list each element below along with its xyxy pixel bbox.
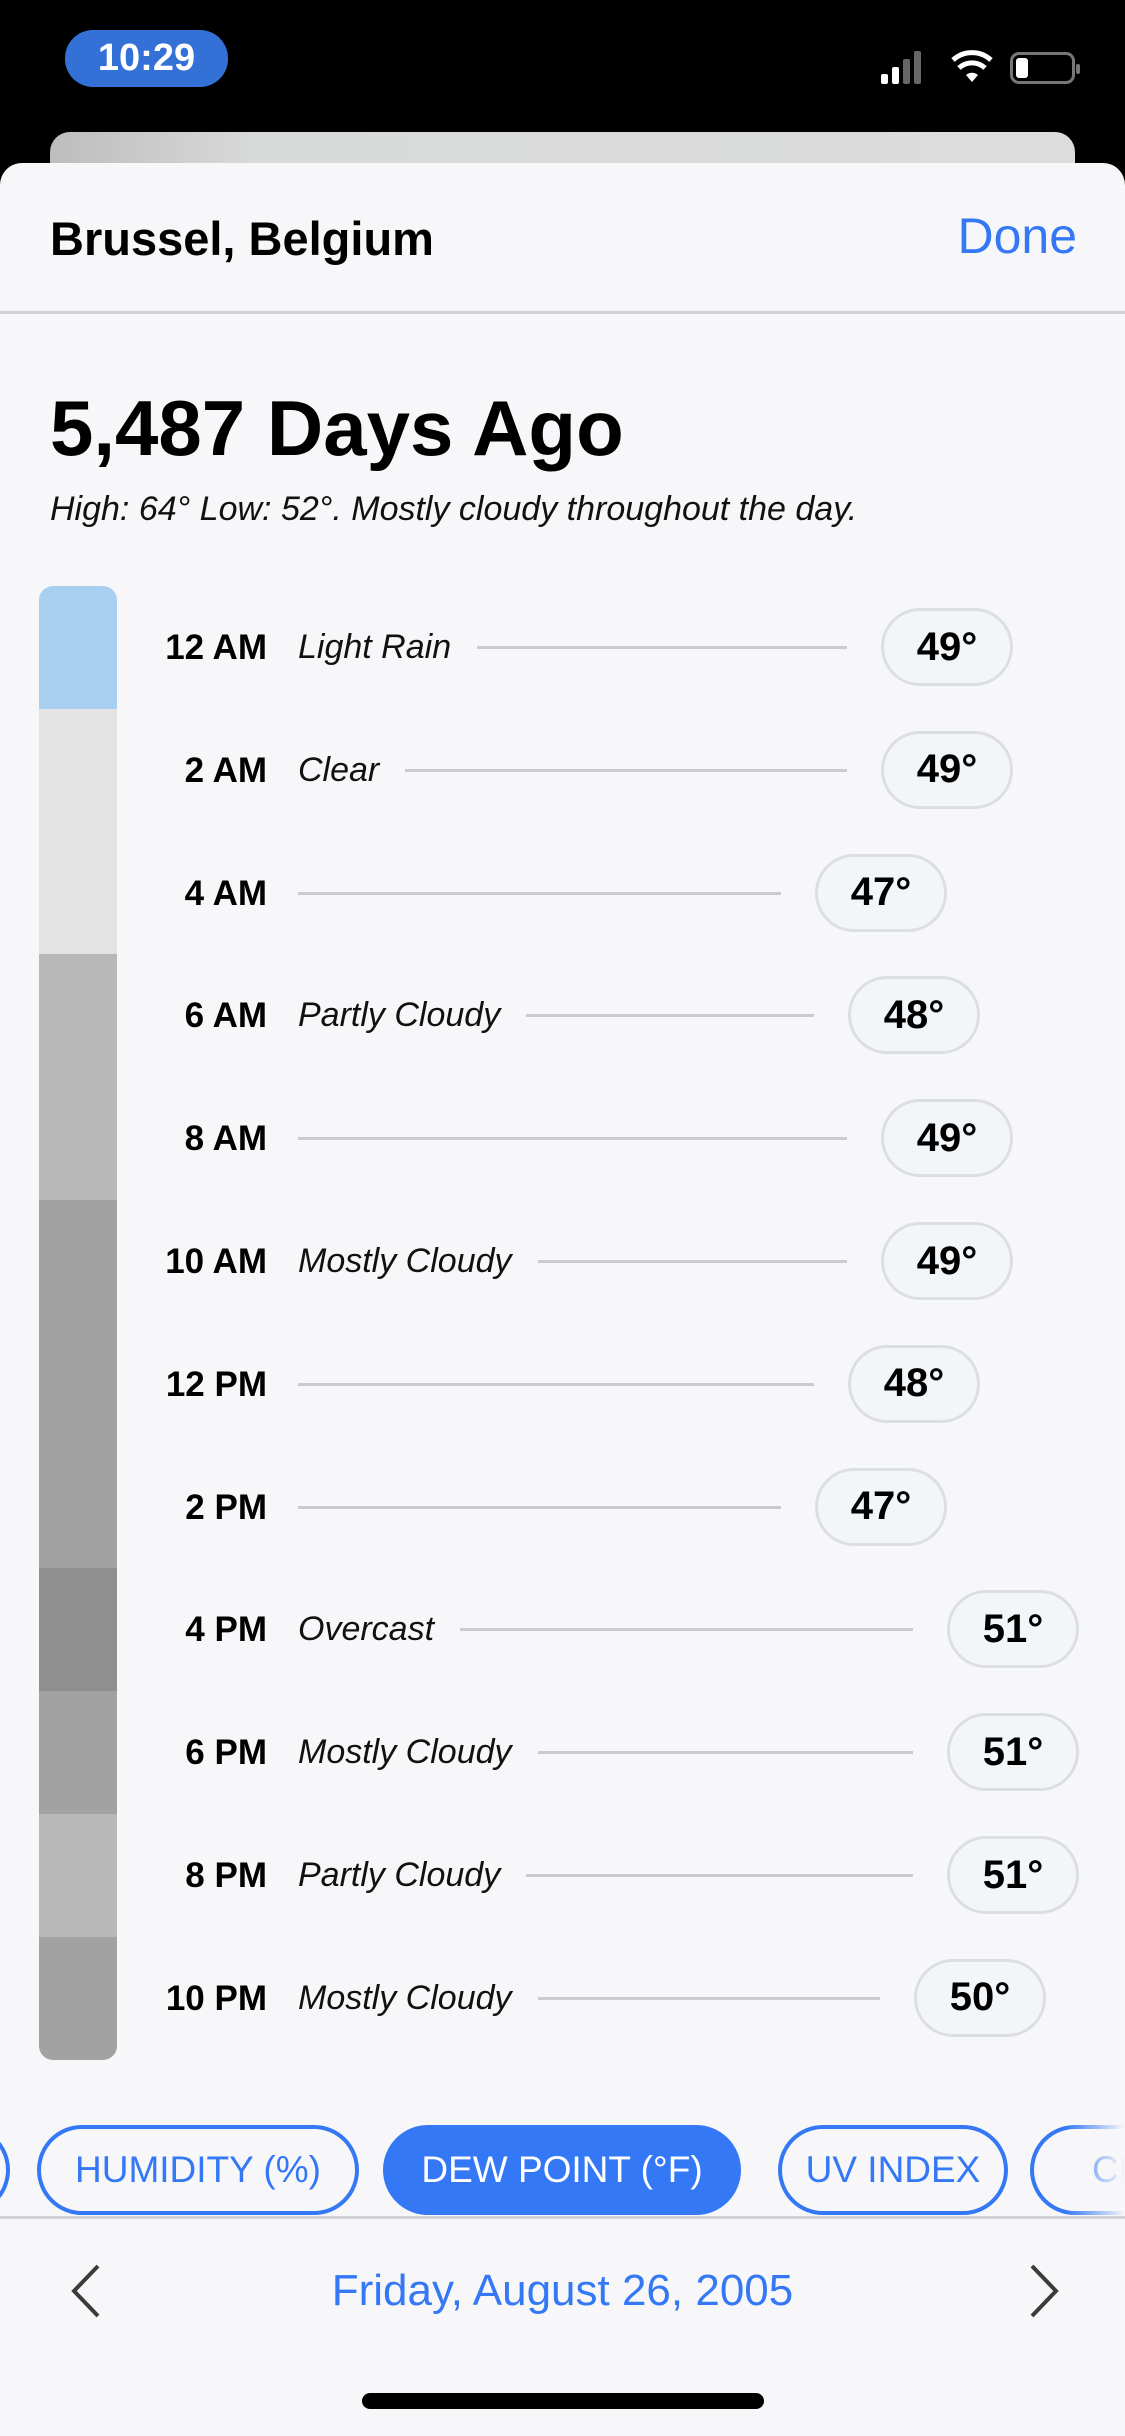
value-leader-line: [526, 1014, 814, 1018]
hour-row: 4 PM Overcast 51°: [0, 1568, 1125, 1691]
value-leader-line: [298, 1505, 781, 1509]
dew-point-value: 49°: [881, 730, 1013, 809]
value-leader-line: [477, 646, 847, 649]
dew-point-value: 49°: [881, 1222, 1013, 1300]
metric-tab[interactable]: [0, 2125, 10, 2215]
hour-label: 6 PM: [185, 1733, 267, 1773]
dew-point-value: 49°: [881, 1099, 1013, 1178]
condition-label: Light Rain: [298, 628, 452, 666]
condition-label: Mostly Cloudy: [298, 1978, 512, 2017]
condition-label: Mostly Cloudy: [298, 1733, 512, 1772]
value-leader-line: [526, 1874, 913, 1877]
days-ago-heading: 5,487 Days Ago: [50, 384, 624, 472]
metric-tab[interactable]: DEW POINT (°F): [383, 2125, 741, 2215]
condition-label: Clear: [298, 750, 380, 789]
condition-label: Partly Cloudy: [298, 1856, 501, 1894]
hour-label: 6 AM: [184, 996, 267, 1036]
day-summary: High: 64° Low: 52°. Mostly cloudy throug…: [50, 490, 858, 528]
dew-point-value: 51°: [947, 1713, 1079, 1792]
value-leader-line: [405, 768, 847, 772]
home-indicator: [362, 2393, 764, 2409]
battery-low-icon: [1010, 52, 1080, 84]
value-leader-line: [537, 1260, 847, 1263]
hour-row: 2 AM Clear 49°: [0, 709, 1125, 832]
hour-row: 10 AM Mostly Cloudy 49°: [0, 1200, 1125, 1323]
status-bar: 10:29: [0, 0, 1125, 130]
hour-label: 8 PM: [185, 1856, 267, 1895]
hour-row: 12 AM Light Rain 49°: [0, 586, 1125, 709]
cellular-signal-icon: [881, 50, 921, 84]
value-leader-line: [537, 1996, 880, 2000]
dew-point-value: 51°: [947, 1590, 1079, 1669]
condition-label: Partly Cloudy: [298, 996, 501, 1035]
current-date[interactable]: Friday, August 26, 2005: [0, 2241, 1125, 2341]
hour-label: 8 AM: [184, 1119, 267, 1159]
history-sheet: Brussel, Belgium Done 5,487 Days Ago Hig…: [0, 163, 1125, 2436]
value-leader-line: [537, 1751, 913, 1755]
dew-point-value: 49°: [881, 608, 1013, 686]
hour-row: 6 PM Mostly Cloudy 51°: [0, 1691, 1125, 1814]
wifi-icon: [951, 50, 993, 82]
metric-tab[interactable]: HUMIDITY (%): [37, 2125, 359, 2215]
hour-row: 8 PM Partly Cloudy 51°: [0, 1814, 1125, 1937]
hour-label: 10 PM: [165, 1978, 267, 2018]
hour-row: 6 AM Partly Cloudy 48°: [0, 954, 1125, 1077]
dew-point-value: 47°: [815, 1467, 947, 1546]
hour-label: 4 PM: [185, 1610, 267, 1650]
location-title: Brussel, Belgium: [50, 212, 434, 265]
hour-label: 2 PM: [185, 1487, 267, 1527]
value-leader-line: [460, 1628, 913, 1632]
metric-tab[interactable]: UV INDEX: [778, 2125, 1008, 2215]
hour-label: 4 AM: [184, 873, 267, 913]
dew-point-value: 47°: [815, 853, 947, 932]
dew-point-value: 48°: [848, 1344, 980, 1423]
hour-row: 12 PM 48°: [0, 1323, 1125, 1446]
condition-label: Mostly Cloudy: [298, 1242, 512, 1280]
done-button[interactable]: Done: [957, 207, 1077, 265]
dew-point-value: 51°: [947, 1836, 1079, 1914]
status-time[interactable]: 10:29: [65, 30, 228, 87]
hour-row: 2 PM 47°: [0, 1446, 1125, 1569]
hour-row: 8 AM 49°: [0, 1077, 1125, 1200]
hour-row: 10 PM Mostly Cloudy 50°: [0, 1937, 1125, 2060]
value-leader-line: [298, 891, 781, 895]
value-leader-line: [298, 1382, 814, 1386]
hour-label: 2 AM: [184, 750, 267, 790]
value-leader-line: [298, 1137, 847, 1141]
tab-fade: [1065, 2095, 1125, 2216]
dew-point-value: 50°: [914, 1958, 1046, 2037]
sheet-header: Brussel, Belgium Done: [0, 163, 1125, 314]
hour-label: 10 AM: [165, 1242, 267, 1281]
chevron-right-icon[interactable]: [1010, 2241, 1070, 2341]
hour-row: 4 AM 47°: [0, 832, 1125, 955]
dew-point-value: 48°: [848, 976, 980, 1055]
hour-label: 12 PM: [165, 1364, 267, 1404]
condition-label: Overcast: [298, 1610, 435, 1649]
metric-tabs: HUMIDITY (%)DEW POINT (°F)UV INDEXCLO: [0, 2095, 1125, 2219]
hour-label: 12 AM: [165, 628, 267, 667]
